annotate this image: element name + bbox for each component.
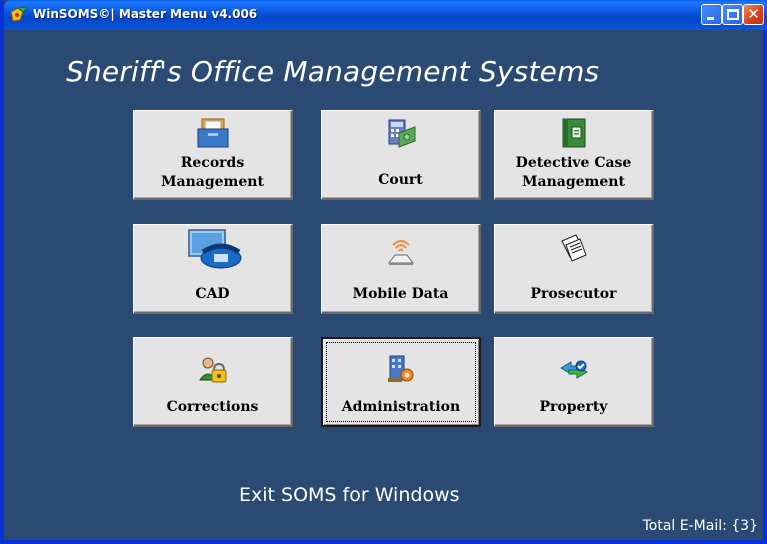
app-icon bbox=[10, 6, 28, 22]
exit-soms-link[interactable]: Exit SOMS for Windows bbox=[239, 484, 460, 506]
tile-label-line2: Management bbox=[161, 174, 264, 190]
window-title: WinSOMS©| Master Menu v4.006 bbox=[33, 7, 258, 21]
records-management-button[interactable]: Records Management bbox=[133, 110, 293, 200]
email-count-status: Total E-Mail: {3} bbox=[642, 518, 758, 534]
green-case-book-icon bbox=[562, 118, 585, 148]
computer-telephone-icon bbox=[187, 229, 241, 269]
corrections-button[interactable]: Corrections bbox=[133, 337, 293, 427]
tile-label-line2: Management bbox=[522, 174, 625, 190]
tile-label: Administration bbox=[341, 399, 461, 415]
minimize-icon bbox=[707, 17, 714, 20]
tile-label: Mobile Data bbox=[352, 286, 449, 302]
court-button[interactable]: Court bbox=[321, 110, 481, 200]
wireless-device-icon bbox=[387, 240, 414, 265]
administration-button[interactable]: Administration bbox=[321, 337, 481, 427]
cad-button[interactable]: CAD bbox=[133, 224, 293, 314]
building-gear-icon bbox=[388, 355, 414, 382]
detective-case-management-button[interactable]: Detective Case Management bbox=[494, 110, 654, 200]
minimize-button[interactable] bbox=[701, 4, 722, 25]
close-icon: ✕ bbox=[747, 5, 760, 23]
tile-label: Prosecutor bbox=[530, 286, 617, 302]
mobile-data-button[interactable]: Mobile Data bbox=[321, 224, 481, 314]
calculator-money-icon bbox=[388, 119, 415, 148]
tile-label: Court bbox=[378, 172, 423, 188]
maximize-icon bbox=[727, 9, 739, 20]
close-button[interactable]: ✕ bbox=[743, 4, 764, 25]
maximize-button[interactable] bbox=[722, 4, 743, 25]
page-title: Sheriff's Office Management Systems bbox=[66, 55, 600, 88]
tile-label: Property bbox=[539, 399, 608, 415]
tile-label-line1: Records bbox=[180, 155, 245, 171]
prosecutor-button[interactable]: Prosecutor bbox=[494, 224, 654, 314]
main-menu-window: WinSOMS©| Master Menu v4.006 ✕ Sheriff's… bbox=[0, 0, 767, 544]
title-bar[interactable]: WinSOMS©| Master Menu v4.006 ✕ bbox=[4, 0, 767, 30]
property-button[interactable]: Property bbox=[494, 337, 654, 427]
tile-label-line1: Detective Case bbox=[515, 155, 632, 171]
property-transfer-icon bbox=[559, 360, 588, 379]
person-padlock-icon bbox=[198, 357, 226, 383]
folder-files-icon bbox=[197, 118, 228, 148]
tile-label: CAD bbox=[195, 286, 230, 302]
tile-label: Corrections bbox=[166, 399, 259, 415]
documents-icon bbox=[560, 234, 587, 262]
